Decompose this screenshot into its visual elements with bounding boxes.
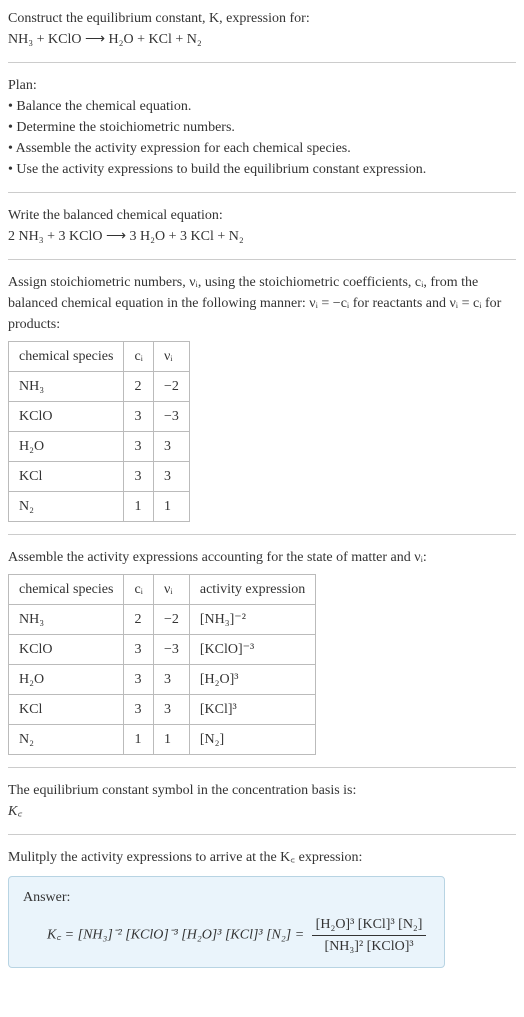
table-row: KClO 3 −3 [KClO]⁻³	[9, 635, 316, 665]
cell-species: H₂O	[9, 432, 124, 462]
balanced-equation: 2 NH₃ + 3 KClO ⟶ 3 H₂O + 3 KCl + N₂	[8, 226, 516, 247]
answer-numerator: [H₂O]³ [KCl]³ [N₂]	[312, 914, 427, 936]
table-row: N₂ 1 1	[9, 492, 190, 522]
plan-title: Plan:	[8, 75, 516, 96]
cell-species: KCl	[9, 695, 124, 725]
cell-ci: 3	[124, 665, 154, 695]
activity-table: chemical species cᵢ νᵢ activity expressi…	[8, 574, 316, 755]
col-ci: cᵢ	[124, 342, 154, 372]
cell-ci: 2	[124, 605, 154, 635]
header-section: Construct the equilibrium constant, K, e…	[8, 8, 516, 63]
multiply-intro: Mulitply the activity expressions to arr…	[8, 847, 516, 868]
cell-activity: [NH₃]⁻²	[189, 605, 315, 635]
cell-vi: −3	[153, 635, 189, 665]
header-equation: NH₃ + KClO ⟶ H₂O + KCl + N₂	[8, 29, 516, 50]
cell-species: N₂	[9, 492, 124, 522]
table-row: N₂ 1 1 [N₂]	[9, 725, 316, 755]
cell-vi: −2	[153, 605, 189, 635]
plan-bullet: • Use the activity expressions to build …	[8, 159, 516, 180]
col-vi: νᵢ	[153, 342, 189, 372]
cell-vi: 3	[153, 695, 189, 725]
balanced-title: Write the balanced chemical equation:	[8, 205, 516, 226]
table-row: H₂O 3 3 [H₂O]³	[9, 665, 316, 695]
cell-ci: 3	[124, 432, 154, 462]
symbol-text: The equilibrium constant symbol in the c…	[8, 780, 516, 801]
cell-vi: 3	[153, 462, 189, 492]
table-row: H₂O 3 3	[9, 432, 190, 462]
cell-vi: 1	[153, 492, 189, 522]
balanced-section: Write the balanced chemical equation: 2 …	[8, 205, 516, 260]
cell-species: KClO	[9, 402, 124, 432]
answer-lhs: K꜀ = [NH₃]⁻² [KClO]⁻³ [H₂O]³ [KCl]³ [N₂]…	[47, 928, 304, 943]
stoich-section: Assign stoichiometric numbers, νᵢ, using…	[8, 272, 516, 535]
cell-vi: 1	[153, 725, 189, 755]
cell-activity: [KClO]⁻³	[189, 635, 315, 665]
cell-vi: 3	[153, 665, 189, 695]
table-row: KClO 3 −3	[9, 402, 190, 432]
col-activity: activity expression	[189, 575, 315, 605]
cell-activity: [H₂O]³	[189, 665, 315, 695]
answer-label: Answer:	[23, 887, 430, 908]
table-header-row: chemical species cᵢ νᵢ	[9, 342, 190, 372]
cell-ci: 1	[124, 492, 154, 522]
cell-ci: 1	[124, 725, 154, 755]
plan-bullet: • Assemble the activity expression for e…	[8, 138, 516, 159]
answer-section: Mulitply the activity expressions to arr…	[8, 847, 516, 980]
plan-bullet: • Balance the chemical equation.	[8, 96, 516, 117]
col-species: chemical species	[9, 575, 124, 605]
answer-expression: K꜀ = [NH₃]⁻² [KClO]⁻³ [H₂O]³ [KCl]³ [N₂]…	[23, 914, 430, 957]
table-header-row: chemical species cᵢ νᵢ activity expressi…	[9, 575, 316, 605]
plan-bullet: • Determine the stoichiometric numbers.	[8, 117, 516, 138]
table-row: NH₃ 2 −2	[9, 372, 190, 402]
plan-section: Plan: • Balance the chemical equation. •…	[8, 75, 516, 193]
cell-ci: 3	[124, 695, 154, 725]
answer-fraction: [H₂O]³ [KCl]³ [N₂] [NH₃]² [KClO]³	[312, 914, 427, 957]
cell-ci: 3	[124, 635, 154, 665]
cell-species: NH₃	[9, 372, 124, 402]
cell-ci: 3	[124, 462, 154, 492]
symbol-kc: K꜀	[8, 801, 516, 822]
symbol-section: The equilibrium constant symbol in the c…	[8, 780, 516, 835]
cell-vi: −2	[153, 372, 189, 402]
activity-intro: Assemble the activity expressions accoun…	[8, 547, 516, 568]
col-species: chemical species	[9, 342, 124, 372]
table-row: KCl 3 3	[9, 462, 190, 492]
col-vi: νᵢ	[153, 575, 189, 605]
cell-vi: −3	[153, 402, 189, 432]
activity-section: Assemble the activity expressions accoun…	[8, 547, 516, 768]
stoich-table: chemical species cᵢ νᵢ NH₃ 2 −2 KClO 3 −…	[8, 341, 190, 522]
cell-vi: 3	[153, 432, 189, 462]
cell-species: KCl	[9, 462, 124, 492]
answer-denominator: [NH₃]² [KClO]³	[312, 936, 427, 957]
table-row: KCl 3 3 [KCl]³	[9, 695, 316, 725]
answer-box: Answer: K꜀ = [NH₃]⁻² [KClO]⁻³ [H₂O]³ [KC…	[8, 876, 445, 968]
table-row: NH₃ 2 −2 [NH₃]⁻²	[9, 605, 316, 635]
cell-species: NH₃	[9, 605, 124, 635]
cell-ci: 2	[124, 372, 154, 402]
cell-activity: [KCl]³	[189, 695, 315, 725]
cell-species: N₂	[9, 725, 124, 755]
col-ci: cᵢ	[124, 575, 154, 605]
cell-species: KClO	[9, 635, 124, 665]
cell-species: H₂O	[9, 665, 124, 695]
header-line1: Construct the equilibrium constant, K, e…	[8, 8, 516, 29]
cell-activity: [N₂]	[189, 725, 315, 755]
stoich-intro: Assign stoichiometric numbers, νᵢ, using…	[8, 272, 516, 335]
cell-ci: 3	[124, 402, 154, 432]
